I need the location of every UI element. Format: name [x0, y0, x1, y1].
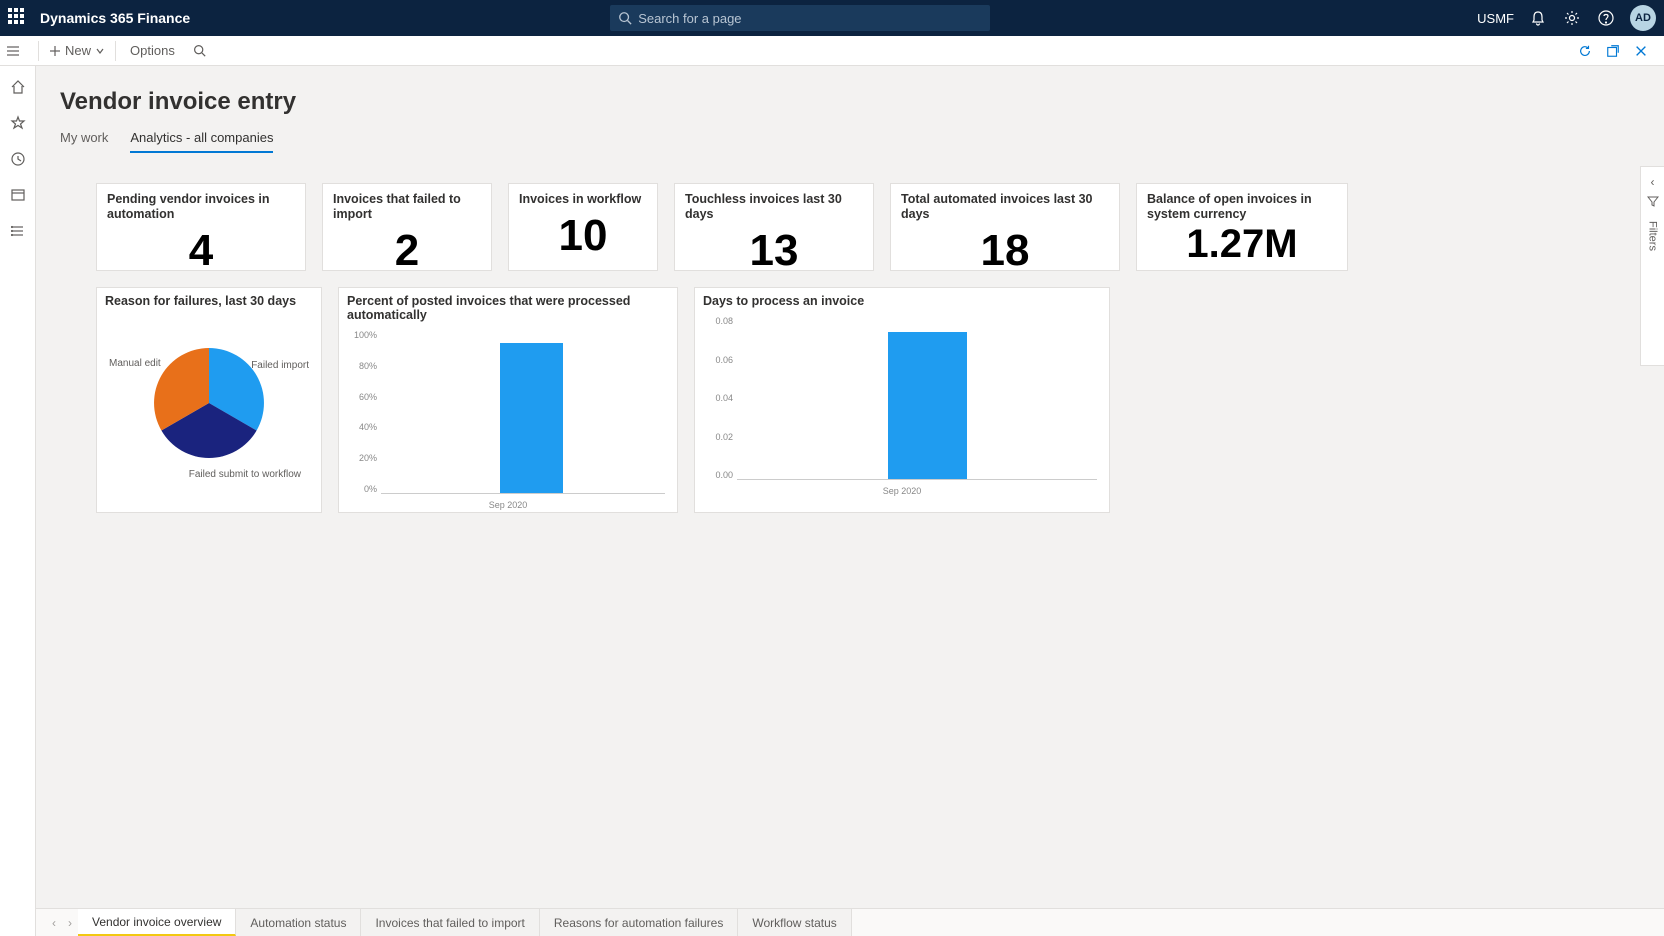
kpi-value: 4 — [107, 226, 295, 276]
hamburger-icon[interactable] — [6, 44, 34, 58]
app-launcher-icon[interactable] — [8, 8, 28, 28]
y-axis-ticks: 0.08 0.06 0.04 0.02 0.00 — [703, 316, 733, 480]
kpi-value: 2 — [333, 226, 481, 276]
kpi-card[interactable]: Touchless invoices last 30 days 13 — [674, 183, 874, 271]
kpi-row: Pending vendor invoices in automation 4 … — [36, 153, 1664, 271]
kpi-title: Balance of open invoices in system curre… — [1147, 192, 1337, 222]
kpi-title: Invoices in workflow — [519, 192, 647, 207]
chart-title: Percent of posted invoices that were pro… — [347, 294, 669, 322]
workspace-icon[interactable] — [9, 186, 27, 204]
x-axis-label: Sep 2020 — [703, 486, 1101, 496]
command-bar: New Options — [0, 36, 1664, 66]
report-tab[interactable]: Reasons for automation failures — [540, 909, 738, 936]
new-button-label: New — [65, 43, 91, 58]
left-nav-rail — [0, 66, 36, 936]
kpi-value: 18 — [901, 226, 1109, 276]
report-tab[interactable]: Vendor invoice overview — [78, 909, 236, 936]
options-button[interactable]: Options — [120, 43, 185, 58]
bar-chart-days[interactable]: Days to process an invoice 0.08 0.06 0.0… — [694, 287, 1110, 513]
page-title: Vendor invoice entry — [36, 66, 1664, 116]
company-picker[interactable]: USMF — [1477, 11, 1514, 26]
x-axis-label: Sep 2020 — [347, 500, 669, 510]
search-button[interactable] — [185, 44, 214, 57]
chart-title: Reason for failures, last 30 days — [105, 294, 313, 308]
kpi-title: Pending vendor invoices in automation — [107, 192, 295, 222]
bar — [500, 343, 562, 493]
report-tabs: ‹ › Vendor invoice overview Automation s… — [36, 908, 1664, 936]
tab-nav-next[interactable]: › — [62, 909, 78, 936]
search-placeholder: Search for a page — [638, 11, 741, 26]
kpi-value: 1.27M — [1147, 222, 1337, 267]
gear-icon[interactable] — [1562, 8, 1582, 28]
popout-icon[interactable] — [1604, 42, 1622, 60]
help-icon[interactable] — [1596, 8, 1616, 28]
tab-analytics[interactable]: Analytics - all companies — [130, 130, 273, 153]
modules-icon[interactable] — [9, 222, 27, 240]
global-search[interactable]: Search for a page — [610, 5, 990, 31]
clock-icon[interactable] — [9, 150, 27, 168]
kpi-card[interactable]: Invoices in workflow 10 — [508, 183, 658, 271]
pie-chart-card[interactable]: Reason for failures, last 30 days Manual… — [96, 287, 322, 513]
refresh-icon[interactable] — [1576, 42, 1594, 60]
pie-label-failed-submit: Failed submit to workflow — [189, 469, 301, 480]
filter-funnel-icon — [1647, 195, 1659, 207]
divider — [115, 41, 116, 61]
kpi-card[interactable]: Invoices that failed to import 2 — [322, 183, 492, 271]
kpi-value: 10 — [519, 211, 647, 261]
main-content: Vendor invoice entry My work Analytics -… — [36, 66, 1664, 936]
bar-chart-percent[interactable]: Percent of posted invoices that were pro… — [338, 287, 678, 513]
pie-chart — [154, 348, 264, 458]
page-tabs: My work Analytics - all companies — [36, 116, 1664, 153]
report-tab[interactable]: Automation status — [236, 909, 361, 936]
star-icon[interactable] — [9, 114, 27, 132]
kpi-card[interactable]: Pending vendor invoices in automation 4 — [96, 183, 306, 271]
new-button[interactable]: New — [43, 43, 111, 58]
charts-row: Reason for failures, last 30 days Manual… — [36, 271, 1664, 513]
bell-icon[interactable] — [1528, 8, 1548, 28]
report-tab[interactable]: Workflow status — [738, 909, 851, 936]
y-axis-ticks: 100% 80% 60% 40% 20% 0% — [347, 330, 377, 494]
divider — [38, 41, 39, 61]
pie-label-manual-edit: Manual edit — [109, 358, 161, 369]
chart-title: Days to process an invoice — [703, 294, 1101, 308]
chevron-down-icon — [95, 46, 105, 56]
kpi-value: 13 — [685, 226, 863, 276]
kpi-card[interactable]: Total automated invoices last 30 days 18 — [890, 183, 1120, 271]
kpi-title: Total automated invoices last 30 days — [901, 192, 1109, 222]
app-title: Dynamics 365 Finance — [40, 10, 190, 26]
chevron-left-icon: ‹ — [1651, 175, 1655, 189]
kpi-title: Touchless invoices last 30 days — [685, 192, 863, 222]
top-navbar: Dynamics 365 Finance Search for a page U… — [0, 0, 1664, 36]
kpi-title: Invoices that failed to import — [333, 192, 481, 222]
tab-my-work[interactable]: My work — [60, 130, 108, 153]
filters-label: Filters — [1647, 221, 1659, 251]
filters-panel-toggle[interactable]: ‹ Filters — [1640, 166, 1664, 366]
search-icon — [618, 11, 632, 25]
kpi-card[interactable]: Balance of open invoices in system curre… — [1136, 183, 1348, 271]
report-tab[interactable]: Invoices that failed to import — [361, 909, 539, 936]
bar — [888, 332, 967, 479]
user-avatar[interactable]: AD — [1630, 5, 1656, 31]
close-icon[interactable] — [1632, 42, 1650, 60]
home-icon[interactable] — [9, 78, 27, 96]
tab-nav-prev[interactable]: ‹ — [46, 909, 62, 936]
